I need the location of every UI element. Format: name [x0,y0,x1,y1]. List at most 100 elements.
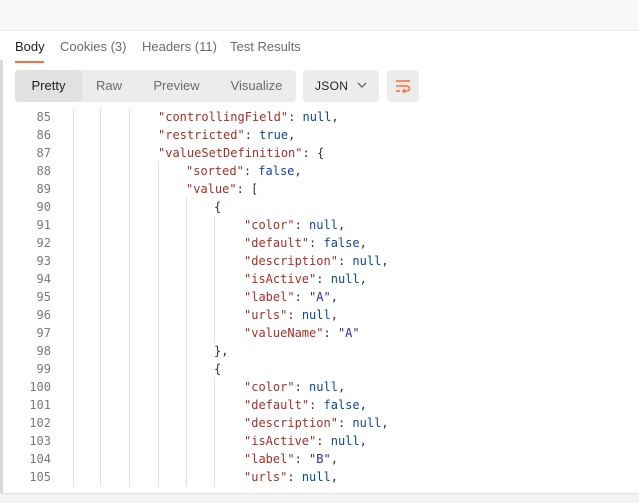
tab-body[interactable]: Body [15,39,45,54]
code-punctuation: , [331,110,339,124]
code-punctuation: , [330,452,338,466]
text-wrap-icon [396,80,411,93]
line-number: 87 [36,146,51,160]
json-value: "B" [309,452,331,466]
json-value: null [330,434,360,448]
line-number: 105 [29,470,51,484]
tab-headers[interactable]: Headers (11) [142,39,217,54]
json-key: isActive [251,272,310,286]
code-punctuation: , [337,218,346,232]
line-number: 98 [36,344,51,358]
code-line: 88 "sorted": false, [0,162,639,180]
code-text: "valueSetDefinition": { [158,146,325,160]
line-number: 100 [29,380,51,394]
line-number: 101 [29,398,51,412]
line-number: 95 [36,290,51,304]
code-punctuation: , [288,128,296,142]
chevron-down-icon [357,82,367,88]
view-visualize-button[interactable]: Visualize [217,70,296,102]
json-key: valueSetDefinition [165,146,296,160]
json-key: default [251,236,302,250]
code-text: "color": null, [244,218,346,232]
line-number: 85 [36,110,51,124]
line-number: 99 [36,362,51,376]
code-line: 85 "controllingField": null, [0,108,639,126]
line-number: 97 [36,326,51,340]
tab-body-label: Body [15,39,45,54]
code-punctuation: , [330,308,338,322]
code-text: { [214,198,221,216]
json-key: description [251,416,331,430]
code-line: 86 "restricted": true, [0,126,639,144]
json-value: null [301,308,331,322]
code-line: 95 "label": "A", [0,288,639,306]
json-value: null [309,380,338,394]
code-text: "isActive": null, [244,434,367,448]
response-toolbar: Pretty Raw Preview Visualize JSON [0,64,639,108]
line-number: 90 [36,200,51,214]
code-text: "valueName": "A" [244,326,360,340]
code-text: "restricted": true, [158,128,296,142]
code-line: 93 "description": null, [0,252,639,270]
json-key: urls [251,470,281,484]
code-punctuation: , [359,434,367,448]
json-value: null [301,470,331,484]
code-text: "isActive": null, [244,272,367,286]
code-line: 104 "label": "B", [0,450,639,468]
line-number: 91 [36,218,51,232]
line-number: 89 [36,182,51,196]
code-text: "label": "B", [244,452,338,466]
json-value: "A" [309,290,331,304]
code-punctuation: , [381,254,389,268]
json-key: color [251,218,288,232]
code-text: }, [214,342,228,360]
json-key: controllingField [165,110,281,124]
code-text: "description": null, [244,254,389,268]
code-text: "urls": null, [244,308,338,322]
view-mode-switcher: Pretty Raw Preview Visualize [15,70,296,102]
json-value: null [309,218,338,232]
code-line: 96 "urls": null, [0,306,639,324]
response-body-editor[interactable]: 85 "controllingField": null, 86 "restricted… [0,108,639,493]
code-punctuation: { [214,200,222,214]
json-value: null [330,272,360,286]
json-value: "A" [337,326,360,340]
json-value: false [258,164,295,178]
format-dropdown[interactable]: JSON [303,70,379,102]
json-key: valueName [251,326,317,340]
json-value: null [352,416,382,430]
code-line: 100 "color": null, [0,378,639,396]
json-key: sorted [193,164,237,178]
code-line: 90 { [0,198,639,216]
json-key: label [251,452,288,466]
json-value: { [316,146,325,160]
tab-cookies-count: (3) [110,39,127,54]
wrap-lines-button[interactable] [387,70,419,102]
code-punctuation: , [359,398,367,412]
code-text: "label": "A", [244,290,338,304]
code-punctuation: , [294,164,302,178]
json-value: false [323,236,360,250]
code-text: "urls": null, [244,470,338,484]
code-punctuation: , [330,470,338,484]
json-key: urls [251,308,281,322]
json-key: label [251,290,288,304]
tab-test-results[interactable]: Test Results [230,39,301,54]
code-text: "controllingField": null, [158,110,339,124]
tab-headers-label: Headers [142,39,192,54]
view-preview-button[interactable]: Preview [136,70,217,102]
line-number: 92 [36,236,51,250]
code-line: 103 "isActive": null, [0,432,639,450]
code-line: 87 "valueSetDefinition": { [0,144,639,162]
view-raw-button[interactable]: Raw [82,70,136,102]
code-line: 92 "default": false, [0,234,639,252]
code-line: 97 "valueName": "A" [0,324,639,342]
tab-cookies[interactable]: Cookies (3) [60,39,126,54]
code-punctuation: }, [214,344,229,358]
code-line: 94 "isActive": null, [0,270,639,288]
code-punctuation: , [359,236,367,250]
code-text: "sorted": false, [186,164,302,178]
tab-cookies-label: Cookies [60,39,107,54]
view-pretty-button[interactable]: Pretty [15,70,82,102]
json-value: null [352,254,382,268]
